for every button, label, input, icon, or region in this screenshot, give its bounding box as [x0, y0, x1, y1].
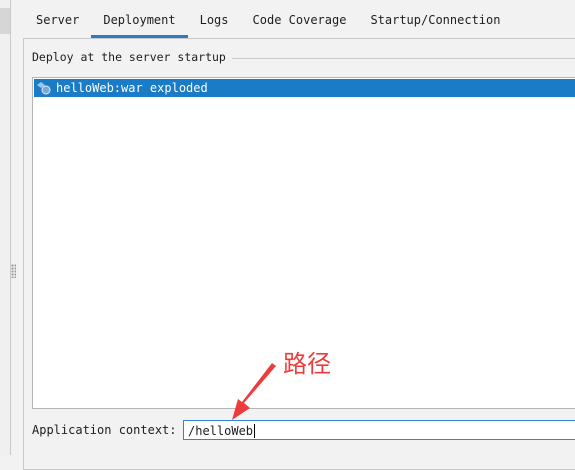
annotation-arrow-icon [232, 363, 276, 420]
